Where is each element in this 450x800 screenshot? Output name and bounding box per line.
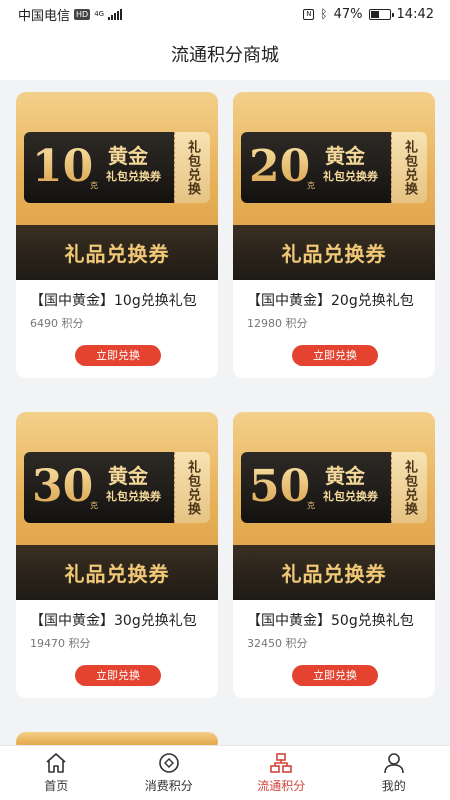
product-points: 32450 积分 (247, 637, 308, 650)
product-card[interactable]: 50 克 黄金 礼包兑换券 礼包兑换 礼品兑换券 【国中黄金】50g兑换礼包 3… (233, 412, 435, 698)
coupon-footer: 礼品兑换券 (16, 545, 218, 600)
coupon-footer: 礼品兑换券 (233, 225, 435, 280)
tab-label: 消费积分 (144, 779, 193, 793)
coupon-ticket: 10 克 黄金 礼包兑换券 礼包兑换 (24, 132, 210, 203)
network-type: 4G (94, 9, 105, 18)
gold-amount: 20 (249, 141, 311, 192)
product-card[interactable]: 10 克 黄金 礼包兑换券 礼包兑换 礼品兑换券 【国中黄金】10g兑换礼包 6… (16, 92, 218, 378)
coupon-side-label: 礼包兑换 (402, 459, 417, 516)
coupon-image[interactable]: 20 克 黄金 礼包兑换券 礼包兑换 礼品兑换券 (233, 92, 435, 280)
coupon-side-label: 礼包兑换 (185, 459, 200, 516)
product-card[interactable]: 20 克 黄金 礼包兑换券 礼包兑换 礼品兑换券 【国中黄金】20g兑换礼包 1… (233, 92, 435, 378)
coupon-footer: 礼品兑换券 (233, 545, 435, 600)
product-title[interactable]: 【国中黄金】10g兑换礼包 (30, 288, 206, 314)
gold-unit: 克 (90, 501, 98, 510)
coupon-subtitle: 礼包兑换券 (323, 490, 378, 503)
network-icon (270, 753, 293, 773)
coupon-subtitle: 礼包兑换券 (323, 170, 378, 183)
product-points: 12980 积分 (247, 317, 308, 330)
status-bar: 中国电信 HD 4G N ᛒ 47% 14:42 (0, 0, 450, 28)
gold-title: 黄金 (108, 144, 148, 168)
coupon-image[interactable]: 30 克 黄金 礼包兑换券 礼包兑换 礼品兑换券 (16, 412, 218, 600)
product-points: 19470 积分 (30, 637, 91, 650)
product-grid[interactable]: 10 克 黄金 礼包兑换券 礼包兑换 礼品兑换券 【国中黄金】10g兑换礼包 6… (0, 80, 450, 746)
redeem-button[interactable]: 立即兑换 (75, 665, 161, 686)
gold-title: 黄金 (108, 464, 148, 488)
coupon-image[interactable]: 50 克 黄金 礼包兑换券 礼包兑换 礼品兑换券 (233, 412, 435, 600)
tab-label: 首页 (44, 779, 69, 793)
nfc-icon: N (303, 8, 315, 20)
gold-unit: 克 (307, 181, 315, 190)
gold-amount: 30 (32, 461, 94, 512)
gold-title: 黄金 (325, 464, 365, 488)
battery-percent: 47% (333, 6, 363, 22)
redeem-button[interactable]: 立即兑换 (75, 345, 161, 366)
coupon-side-label: 礼包兑换 (402, 139, 417, 196)
redeem-button[interactable]: 立即兑换 (292, 665, 378, 686)
tab-mine[interactable]: 我的 (338, 746, 450, 800)
product-title[interactable]: 【国中黄金】20g兑换礼包 (247, 288, 423, 314)
home-icon (46, 753, 66, 773)
bottom-tab-bar: 首页 消费积分 流通积分 我的 (0, 745, 450, 800)
signal-icon (108, 8, 123, 20)
page-header: 流通积分商城 (0, 28, 450, 80)
status-left: 中国电信 HD 4G (18, 5, 123, 24)
tab-consume-points[interactable]: 消费积分 (113, 746, 226, 800)
product-title[interactable]: 【国中黄金】30g兑换礼包 (30, 608, 206, 634)
coupon-ticket: 20 克 黄金 礼包兑换券 礼包兑换 (241, 132, 427, 203)
coupon-image[interactable]: 10 克 黄金 礼包兑换券 礼包兑换 礼品兑换券 (16, 92, 218, 280)
coupon-subtitle: 礼包兑换券 (106, 170, 161, 183)
gold-amount: 50 (249, 461, 311, 512)
coin-icon (158, 753, 179, 773)
tab-circulation-points[interactable]: 流通积分 (225, 746, 338, 800)
tab-label: 流通积分 (257, 779, 306, 793)
gold-amount: 10 (32, 141, 94, 192)
coupon-image[interactable] (16, 732, 218, 746)
battery-icon (368, 8, 394, 20)
status-right: N ᛒ 47% 14:42 (303, 7, 434, 22)
coupon-ticket: 50 克 黄金 礼包兑换券 礼包兑换 (241, 452, 427, 523)
product-title[interactable]: 【国中黄金】50g兑换礼包 (247, 608, 423, 634)
coupon-subtitle: 礼包兑换券 (106, 490, 161, 503)
hd-badge: HD (74, 8, 91, 20)
user-icon (383, 753, 404, 774)
coupon-side-label: 礼包兑换 (185, 139, 200, 196)
page-title: 流通积分商城 (171, 45, 279, 66)
clock: 14:42 (396, 6, 434, 22)
coupon-footer: 礼品兑换券 (16, 225, 218, 280)
product-card[interactable] (16, 732, 218, 746)
tab-label: 我的 (381, 779, 406, 793)
tab-home[interactable]: 首页 (0, 746, 113, 800)
bluetooth-icon: ᛒ (320, 7, 328, 21)
product-card[interactable]: 30 克 黄金 礼包兑换券 礼包兑换 礼品兑换券 【国中黄金】30g兑换礼包 1… (16, 412, 218, 698)
gold-unit: 克 (307, 501, 315, 510)
gold-unit: 克 (90, 181, 98, 190)
gold-title: 黄金 (325, 144, 365, 168)
product-points: 6490 积分 (30, 317, 84, 330)
carrier-name: 中国电信 (18, 8, 71, 24)
coupon-ticket: 30 克 黄金 礼包兑换券 礼包兑换 (24, 452, 210, 523)
redeem-button[interactable]: 立即兑换 (292, 345, 378, 366)
